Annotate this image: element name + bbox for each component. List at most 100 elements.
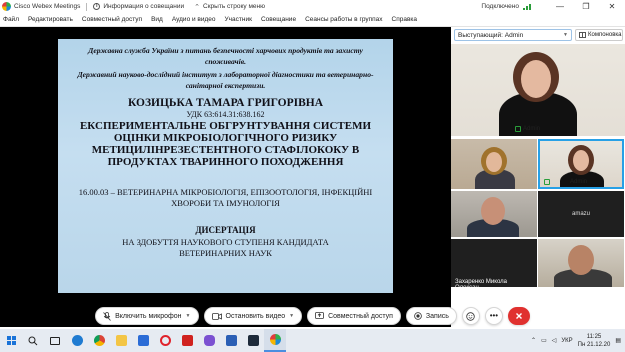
reactions-button[interactable] (461, 307, 480, 325)
info-icon: i (93, 3, 101, 10)
connection-status-label: Подключено (481, 3, 519, 10)
active-speaker-dropdown[interactable]: Выступающий: Admin ▼ (454, 29, 572, 41)
mute-button[interactable]: Включить микрофон ▼ (95, 307, 199, 325)
participant-tile-amazu[interactable]: amazu (538, 191, 624, 237)
layout-button[interactable]: Компоновка (575, 29, 623, 41)
show-hidden-icons-icon[interactable]: ⌃ (531, 337, 536, 344)
menu-participant[interactable]: Участник (225, 16, 252, 23)
windows-logo-icon (6, 336, 16, 345)
taskbar-pdf[interactable] (176, 329, 198, 352)
stop-video-button[interactable]: Остановить видео ▼ (203, 307, 303, 325)
network-icon[interactable]: ▭ (541, 337, 547, 344)
participants-video-panel: Выступающий: Admin ▼ Компоновка Admin Ad… (451, 27, 625, 327)
participant-tile[interactable] (451, 139, 537, 189)
menu-file[interactable]: Файл (3, 16, 19, 23)
shared-content-area: Державна служба України з питань безпечн… (0, 27, 451, 327)
active-speaker-video[interactable]: Admin (451, 44, 625, 136)
taskbar-viber[interactable] (198, 329, 220, 352)
slide-title: ЕКСПЕРИМЕНТАЛЬНЕ ОБГРУНТУВАННЯ СИСТЕМИ О… (79, 120, 372, 168)
mail-icon (137, 335, 149, 346)
hide-menu-bar-button[interactable]: ⌃ Скрыть строку меню (194, 3, 265, 11)
app-title: Cisco Webex Meetings (14, 3, 81, 10)
taskbar-app-dark[interactable] (242, 329, 264, 352)
more-icon: ••• (489, 311, 499, 320)
layout-label: Компоновка (588, 32, 622, 38)
self-name-tag (544, 179, 550, 185)
participant-name: Захаренко Микола Олексан... (455, 279, 507, 287)
taskbar-webex[interactable] (264, 329, 286, 352)
chrome-icon (93, 335, 105, 346)
menu-breakout[interactable]: Сеансы работы в группах (305, 16, 382, 23)
system-tray: ⌃ ▭ ◁ УКР 11:25 Пн 21.12.20 ▤ (531, 333, 625, 349)
end-meeting-button[interactable] (507, 307, 530, 325)
record-icon (414, 312, 422, 320)
speaker-name: Admin (523, 126, 541, 132)
self-name-label-wrap: Admin (570, 179, 587, 185)
slide-dissertation: ДИСЕРТАЦІЯ (195, 225, 256, 235)
media-icon (247, 335, 259, 346)
microphone-muted-icon (103, 311, 111, 321)
start-button[interactable] (0, 329, 22, 352)
viber-icon (203, 335, 215, 346)
participant-tile-zakharenko[interactable]: Захаренко Микола Олексан... (451, 239, 537, 287)
taskbar-mail[interactable] (132, 329, 154, 352)
record-button[interactable]: Запись (405, 307, 457, 325)
notifications-icon[interactable]: ▤ (615, 337, 621, 344)
task-view-icon (50, 336, 60, 345)
language-indicator[interactable]: УКР (561, 338, 572, 344)
taskbar-search-button[interactable] (22, 329, 44, 352)
participant-tile[interactable] (451, 191, 537, 237)
taskbar-edge[interactable] (66, 329, 88, 352)
taskbar-opera[interactable] (154, 329, 176, 352)
menu-view[interactable]: Вид (151, 16, 163, 23)
speaker-name-tag: Admin (515, 126, 540, 132)
menu-audio-video[interactable]: Аудио и видео (172, 16, 216, 23)
taskbar-word[interactable] (220, 329, 242, 352)
share-screen-icon (315, 312, 325, 319)
more-options-button[interactable]: ••• (484, 307, 503, 325)
window-titlebar: Cisco Webex Meetings i Информация о сове… (0, 0, 625, 13)
chevron-down-icon: ▼ (563, 32, 568, 38)
clock[interactable]: 11:25 Пн 21.12.20 (578, 333, 611, 349)
windows-taskbar: ⌃ ▭ ◁ УКР 11:25 Пн 21.12.20 ▤ (0, 329, 625, 352)
emoji-icon (466, 311, 476, 321)
opera-icon (159, 335, 171, 346)
pdf-icon (181, 335, 193, 346)
participant-tile[interactable] (538, 239, 624, 287)
chevron-down-icon: ▼ (185, 313, 191, 319)
taskbar-chrome[interactable] (88, 329, 110, 352)
chevron-down-icon: ▼ (289, 313, 295, 319)
volume-icon[interactable]: ◁ (552, 337, 557, 344)
clock-time: 11:25 (586, 333, 602, 340)
menu-edit[interactable]: Редактировать (28, 16, 73, 23)
share-button[interactable]: Совместный доступ (307, 307, 401, 325)
menu-meeting[interactable]: Совещание (261, 16, 296, 23)
mute-label: Включить микрофон (115, 312, 182, 320)
menu-bar: Файл Редактировать Совместный доступ Вид… (0, 13, 625, 27)
menu-help[interactable]: Справка (392, 16, 418, 23)
hide-menu-bar-label: Скрыть строку меню (203, 3, 265, 10)
close-icon (515, 313, 522, 319)
menu-share[interactable]: Совместный доступ (82, 16, 142, 23)
self-view-video[interactable]: Admin (538, 139, 624, 189)
signal-strength-icon (523, 3, 533, 10)
taskbar-explorer[interactable] (110, 329, 132, 352)
meeting-info-button[interactable]: i Информация о совещании (93, 3, 184, 10)
task-view-button[interactable] (44, 329, 66, 352)
record-label: Запись (425, 312, 449, 320)
participant-name: amazu (571, 211, 590, 217)
self-name: Admin (570, 179, 588, 185)
slide-org-line-2: Державний науково-дослідний інститут з л… (77, 70, 374, 90)
minimize-button[interactable]: — (547, 2, 573, 11)
word-icon (225, 335, 237, 346)
network-icon (544, 179, 550, 185)
meeting-controls: Включить микрофон ▼ Остановить видео ▼ С… (0, 303, 625, 329)
slide-org-line-1: Державна служба України з питань безпечн… (88, 46, 363, 66)
meeting-info-label: Информация о совещании (103, 3, 185, 10)
close-button[interactable]: ✕ (599, 2, 625, 11)
webex-icon (269, 334, 281, 345)
slide-degree: НА ЗДОБУТТЯ НАУКОВОГО СТУПЕНЯ КАНДИДАТА … (122, 237, 329, 258)
maximize-button[interactable]: ❐ (573, 2, 599, 11)
divider (86, 2, 88, 11)
webex-logo-icon (2, 2, 11, 11)
